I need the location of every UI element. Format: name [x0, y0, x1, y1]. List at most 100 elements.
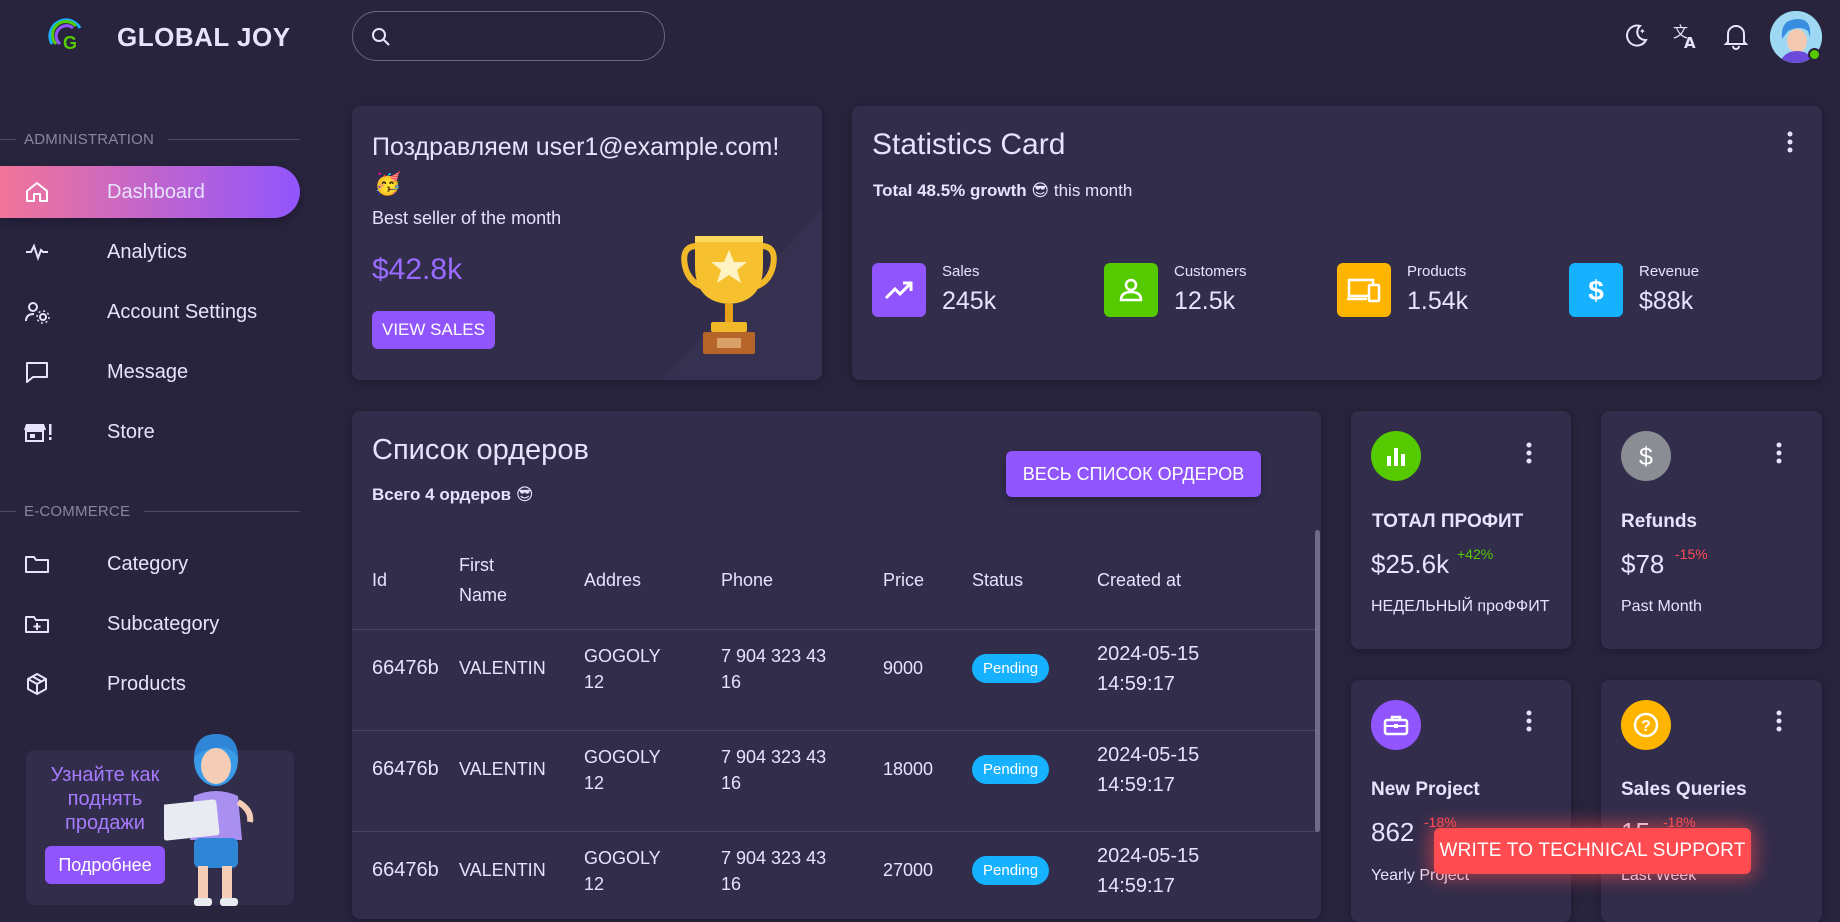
sidebar-item-message[interactable]: Message: [0, 346, 300, 398]
home-icon: [24, 180, 50, 204]
total-profit-change: +42%: [1457, 546, 1494, 562]
briefcase-icon: [1371, 700, 1421, 750]
user-settings-icon: [24, 300, 50, 324]
store-icon: [24, 420, 52, 444]
brand-name: GLOBAL JOY: [117, 22, 291, 52]
orders-count: Всего 4 ордеров 😎: [372, 485, 534, 505]
technical-support-button[interactable]: WRITE TO TECHNICAL SUPPORT: [1434, 828, 1751, 874]
sidebar-item-products[interactable]: Products: [0, 658, 300, 710]
sidebar-item-label: Analytics: [107, 240, 188, 263]
promo-more-button[interactable]: Подробнее: [45, 846, 165, 884]
chart-bar-icon: [1371, 431, 1421, 481]
statistics-menu-icon[interactable]: [1778, 130, 1802, 154]
column-header-id[interactable]: Id: [352, 541, 459, 618]
online-status-dot: [1808, 48, 1821, 61]
moon-icon[interactable]: ✦: [1620, 20, 1652, 52]
bell-icon[interactable]: [1720, 20, 1752, 52]
svg-text:G: G: [63, 33, 77, 53]
search-input[interactable]: [405, 22, 645, 50]
cell-address: GOGOLY 12: [584, 746, 661, 793]
svg-text:✦: ✦: [1639, 27, 1646, 36]
cell-phone: 7 904 323 43 16: [721, 746, 827, 793]
translate-icon[interactable]: 文A: [1670, 20, 1702, 52]
sidebar-item-category[interactable]: Category: [0, 538, 300, 590]
cell-id: 66476b: [372, 859, 439, 881]
orders-table: Id First Name Addres Phone Price Status …: [352, 541, 1312, 921]
folder-plus-icon: [24, 612, 50, 636]
svg-text:?: ?: [1641, 718, 1651, 735]
stat-products: Products 1.54k: [1337, 263, 1537, 319]
refunds-menu-icon[interactable]: [1767, 441, 1791, 465]
sidebar-item-subcategory[interactable]: Subcategory: [0, 598, 300, 650]
party-emoji: 🥳: [374, 172, 402, 197]
sidebar-item-label: Dashboard: [107, 180, 205, 203]
search-box[interactable]: [352, 11, 665, 61]
help-circle-icon: ?: [1621, 700, 1671, 750]
table-row[interactable]: 66476b VALENTIN GOGOLY 12 7 904 323 43 1…: [352, 618, 1312, 719]
table-scrollbar[interactable]: [1315, 530, 1320, 832]
total-profit-title: ТОТАЛ ПРОФИТ: [1372, 511, 1524, 532]
orders-title: Список ордеров: [372, 434, 589, 466]
cell-price: 9000: [883, 658, 924, 678]
account-icon: [1104, 263, 1158, 317]
cell-address: GOGOLY 12: [584, 645, 661, 692]
stat-customers: Customers 12.5k: [1104, 263, 1304, 319]
dollar-icon: $: [1569, 263, 1623, 317]
new-project-menu-icon[interactable]: [1517, 709, 1541, 733]
new-project-value: 862: [1371, 817, 1415, 847]
column-header-first-name[interactable]: First Name: [459, 550, 519, 610]
refunds-value: $78: [1621, 549, 1665, 579]
section-title-ecommerce: E-COMMERCE: [0, 502, 300, 520]
cube-icon: [24, 672, 50, 696]
svg-text:$: $: [1639, 443, 1653, 471]
stat-label: Products: [1407, 263, 1467, 280]
refunds-title: Refunds: [1621, 511, 1697, 532]
stat-value: 1.54k: [1407, 287, 1469, 315]
cell-first-name: VALENTIN: [459, 860, 546, 880]
svg-text:$: $: [1588, 275, 1604, 306]
cell-price: 27000: [883, 860, 934, 880]
cell-id: 66476b: [372, 758, 439, 780]
sidebar-item-label: Message: [107, 360, 189, 383]
refunds-subtitle: Past Month: [1621, 598, 1702, 615]
column-header-created-at[interactable]: Created at: [1097, 541, 1312, 618]
total-profit-menu-icon[interactable]: [1517, 441, 1541, 465]
stat-value: $88k: [1639, 287, 1694, 315]
total-profit-value: $25.6k: [1371, 549, 1450, 579]
stat-sales: Sales 245k: [872, 263, 1072, 319]
sales-queries-title: Sales Queries: [1621, 779, 1747, 800]
cell-phone: 7 904 323 43 16: [721, 645, 827, 692]
column-header-phone[interactable]: Phone: [721, 541, 883, 618]
sidebar-item-analytics[interactable]: Analytics: [0, 226, 300, 278]
devices-icon: [1337, 263, 1391, 317]
cell-id: 66476b: [372, 657, 439, 679]
column-header-price[interactable]: Price: [883, 541, 972, 618]
statistics-growth: Total 48.5% growth 😎 this month: [873, 181, 1133, 201]
promo-illustration: [164, 730, 294, 906]
congrats-amount: $42.8k: [372, 253, 463, 286]
sidebar-item-label: Products: [107, 672, 186, 695]
folder-icon: [24, 552, 50, 576]
cell-address: GOGOLY 12: [584, 847, 661, 894]
sidebar-item-label: Account Settings: [107, 300, 258, 323]
status-badge: Pending: [972, 654, 1050, 683]
cell-price: 18000: [883, 759, 934, 779]
table-row[interactable]: 66476b VALENTIN GOGOLY 12 7 904 323 43 1…: [352, 820, 1312, 921]
sidebar-item-label: Category: [107, 552, 189, 575]
congrats-title: Поздравляем user1@example.com!: [372, 133, 780, 161]
cell-first-name: VALENTIN: [459, 658, 546, 678]
trending-up-icon: [872, 263, 926, 317]
view-sales-button[interactable]: VIEW SALES: [372, 311, 495, 349]
sidebar-item-account-settings[interactable]: Account Settings: [0, 286, 300, 338]
all-orders-button[interactable]: ВЕСЬ СПИСОК ОРДЕРОВ: [1006, 451, 1261, 497]
table-row[interactable]: 66476b VALENTIN GOGOLY 12 7 904 323 43 1…: [352, 719, 1312, 820]
new-project-title: New Project: [1371, 779, 1480, 800]
column-header-status[interactable]: Status: [972, 541, 1097, 618]
sales-queries-menu-icon[interactable]: [1767, 709, 1791, 733]
column-header-address[interactable]: Addres: [584, 541, 721, 618]
sidebar-item-dashboard[interactable]: Dashboard: [0, 166, 300, 218]
cell-created-at: 2024-05-15 14:59:17: [1097, 743, 1200, 796]
sidebar-item-store[interactable]: Store: [0, 406, 300, 458]
stat-label: Customers: [1174, 263, 1247, 280]
logo[interactable]: G: [46, 14, 86, 54]
